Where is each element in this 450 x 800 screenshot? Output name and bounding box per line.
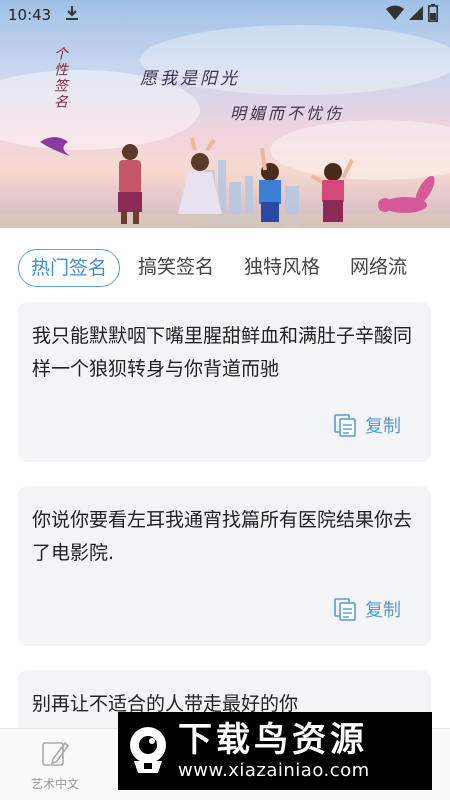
signature-card: 我只能默默咽下嘴里腥甜鲜血和满肚子辛酸同样一个狼狈转身与你背道而驰 复制 xyxy=(18,302,431,462)
signal-icon xyxy=(408,5,424,25)
signature-card: 你说你要看左耳我通宵找篇所有医院结果你去了电影院. 复制 xyxy=(18,486,431,646)
copy-button[interactable]: 复制 xyxy=(333,412,401,438)
copy-button[interactable]: 复制 xyxy=(333,596,401,622)
banner-image[interactable]: 个性签名 愿我是阳光 明媚而不忧伤 xyxy=(0,0,450,228)
status-bar: 10:43 xyxy=(0,0,450,30)
signature-text: 你说你要看左耳我通宵找篇所有医院结果你去了电影院. xyxy=(32,509,413,564)
nav-item-art-chinese[interactable]: 艺术中文 xyxy=(20,737,90,792)
battery-icon xyxy=(428,4,438,26)
banner-text-line2: 明媚而不忧伤 xyxy=(230,104,345,123)
banner-text-line1: 愿我是阳光 xyxy=(140,69,240,89)
tab-hot[interactable]: 热门签名 xyxy=(18,249,121,287)
copy-label: 复制 xyxy=(365,600,401,621)
tab-network[interactable]: 网络流 xyxy=(338,249,419,287)
copy-icon xyxy=(334,598,356,621)
signature-text: 我只能默默咽下嘴里腥甜鲜血和满肚子辛酸同样一个狼狈转身与你背道而驰 xyxy=(32,325,413,380)
category-tabs: 热门签名 搞笑签名 独特风格 网络流 xyxy=(18,248,450,288)
tab-funny[interactable]: 搞笑签名 xyxy=(126,249,226,287)
watermark-url: www.xiazainiao.com xyxy=(178,760,370,781)
tab-unique[interactable]: 独特风格 xyxy=(232,249,332,287)
watermark-title: 下载鸟资源 xyxy=(178,720,368,760)
watermark-banner: 下载鸟资源 www.xiazainiao.com xyxy=(118,712,432,790)
pen-icon xyxy=(42,741,70,766)
download-icon xyxy=(65,5,79,25)
copy-icon xyxy=(334,414,356,437)
copy-label: 复制 xyxy=(365,416,401,437)
status-time: 10:43 xyxy=(8,6,52,24)
banner-vertical-text: 个性签名 xyxy=(52,46,68,110)
nav-label: 艺术中文 xyxy=(30,777,79,791)
bird-logo-icon xyxy=(118,712,178,790)
wifi-icon xyxy=(386,5,404,25)
